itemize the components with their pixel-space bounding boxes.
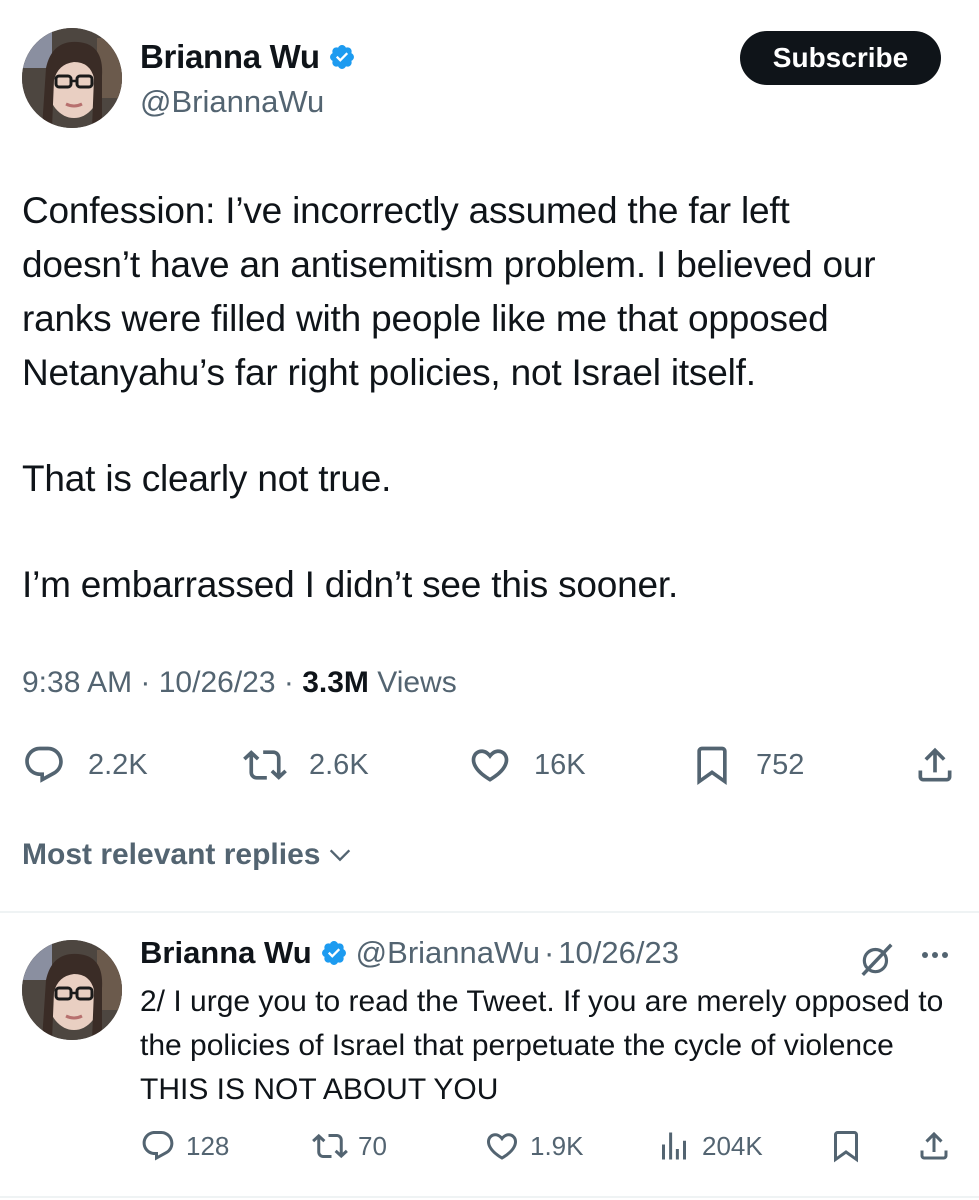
reply-action-row: 128 70 1.9K 204K [0, 1124, 979, 1170]
verified-badge-icon[interactable] [320, 939, 348, 967]
author-handle[interactable]: @BriannaWu [140, 84, 356, 120]
tweet-meta: 9:38 AM · 10/26/23 · 3.3M Views [22, 666, 457, 700]
views-label: Views [368, 666, 457, 699]
speech-bubble-icon [25, 746, 63, 783]
reply-header: Brianna Wu @BriannaWu · 10/26/23 [140, 935, 679, 971]
reply-bookmark-button[interactable] [828, 1128, 864, 1164]
bottom-divider [0, 1196, 979, 1198]
bookmark-icon [834, 1131, 858, 1163]
bookmark-icon [697, 746, 727, 786]
meta-separator: · [132, 666, 159, 699]
like-count: 16K [534, 748, 586, 781]
share-upload-icon [918, 747, 952, 782]
bookmark-count: 752 [756, 748, 805, 781]
reply-share-button[interactable] [916, 1128, 952, 1164]
verified-badge-icon[interactable] [328, 43, 356, 71]
reply-author-handle[interactable]: @BriannaWu [356, 935, 540, 971]
chevron-down-icon [330, 849, 351, 862]
tweet-text: Confession: I’ve incorrectly assumed the… [22, 184, 962, 612]
views-count[interactable]: 3.3M [302, 666, 369, 699]
reply-count: 2.2K [88, 748, 148, 781]
reply-views-count: 204K [702, 1130, 763, 1161]
reply-author-avatar[interactable] [22, 940, 122, 1040]
subscribe-button[interactable]: Subscribe [740, 31, 941, 85]
author-name-row: Brianna Wu [140, 38, 356, 76]
retweet-arrows-icon [312, 1133, 348, 1159]
share-upload-icon [920, 1131, 948, 1160]
share-button[interactable] [913, 743, 957, 787]
reply-reply-count: 128 [186, 1130, 230, 1161]
heart-icon [471, 749, 509, 782]
author-info: Brianna Wu @BriannaWu [140, 38, 356, 120]
reply-retweet-count: 70 [358, 1130, 387, 1161]
author-avatar[interactable] [22, 28, 122, 128]
heart-icon [486, 1133, 518, 1160]
retweet-count: 2.6K [309, 748, 369, 781]
bar-chart-icon [662, 1132, 686, 1160]
speech-bubble-icon [142, 1131, 174, 1161]
like-button[interactable]: 16K [468, 743, 586, 787]
reply-text: 2/ I urge you to read the Tweet. If you … [140, 985, 944, 1106]
replies-sort-label: Most relevant replies [22, 838, 321, 871]
reply-like-button[interactable]: 1.9K [484, 1128, 584, 1164]
reply-reply-button[interactable]: 128 [140, 1128, 229, 1164]
ellipsis-icon[interactable] [913, 941, 957, 969]
tweet-date[interactable]: 10/26/23 [159, 666, 276, 699]
grok-slash-icon[interactable] [858, 940, 896, 978]
reply-date[interactable]: 10/26/23 [558, 935, 679, 971]
tweet-paragraph: That is clearly not true. [22, 458, 392, 499]
retweet-arrows-icon [243, 750, 287, 780]
replies-sort-dropdown[interactable]: Most relevant replies [22, 838, 354, 872]
reply-separator: · [543, 935, 555, 970]
reply-button[interactable]: 2.2K [22, 743, 148, 787]
tweet-paragraph: Confession: I’ve incorrectly assumed the… [22, 190, 876, 393]
reply-retweet-button[interactable]: 70 [312, 1128, 387, 1164]
reply-like-count: 1.9K [530, 1130, 584, 1161]
tweet-action-row: 2.2K 2.6K 16K 752 [0, 737, 979, 793]
reply-views-button[interactable]: 204K [656, 1128, 763, 1164]
retweet-button[interactable]: 2.6K [243, 743, 369, 787]
tweet-paragraph: I’m embarrassed I didn’t see this sooner… [22, 564, 679, 605]
tweet-time[interactable]: 9:38 AM [22, 666, 132, 699]
bookmark-button[interactable]: 752 [690, 743, 804, 787]
author-name[interactable]: Brianna Wu [140, 38, 320, 76]
meta-separator: · [275, 666, 303, 699]
reply-author-name[interactable]: Brianna Wu [140, 935, 312, 971]
section-divider [0, 911, 979, 913]
